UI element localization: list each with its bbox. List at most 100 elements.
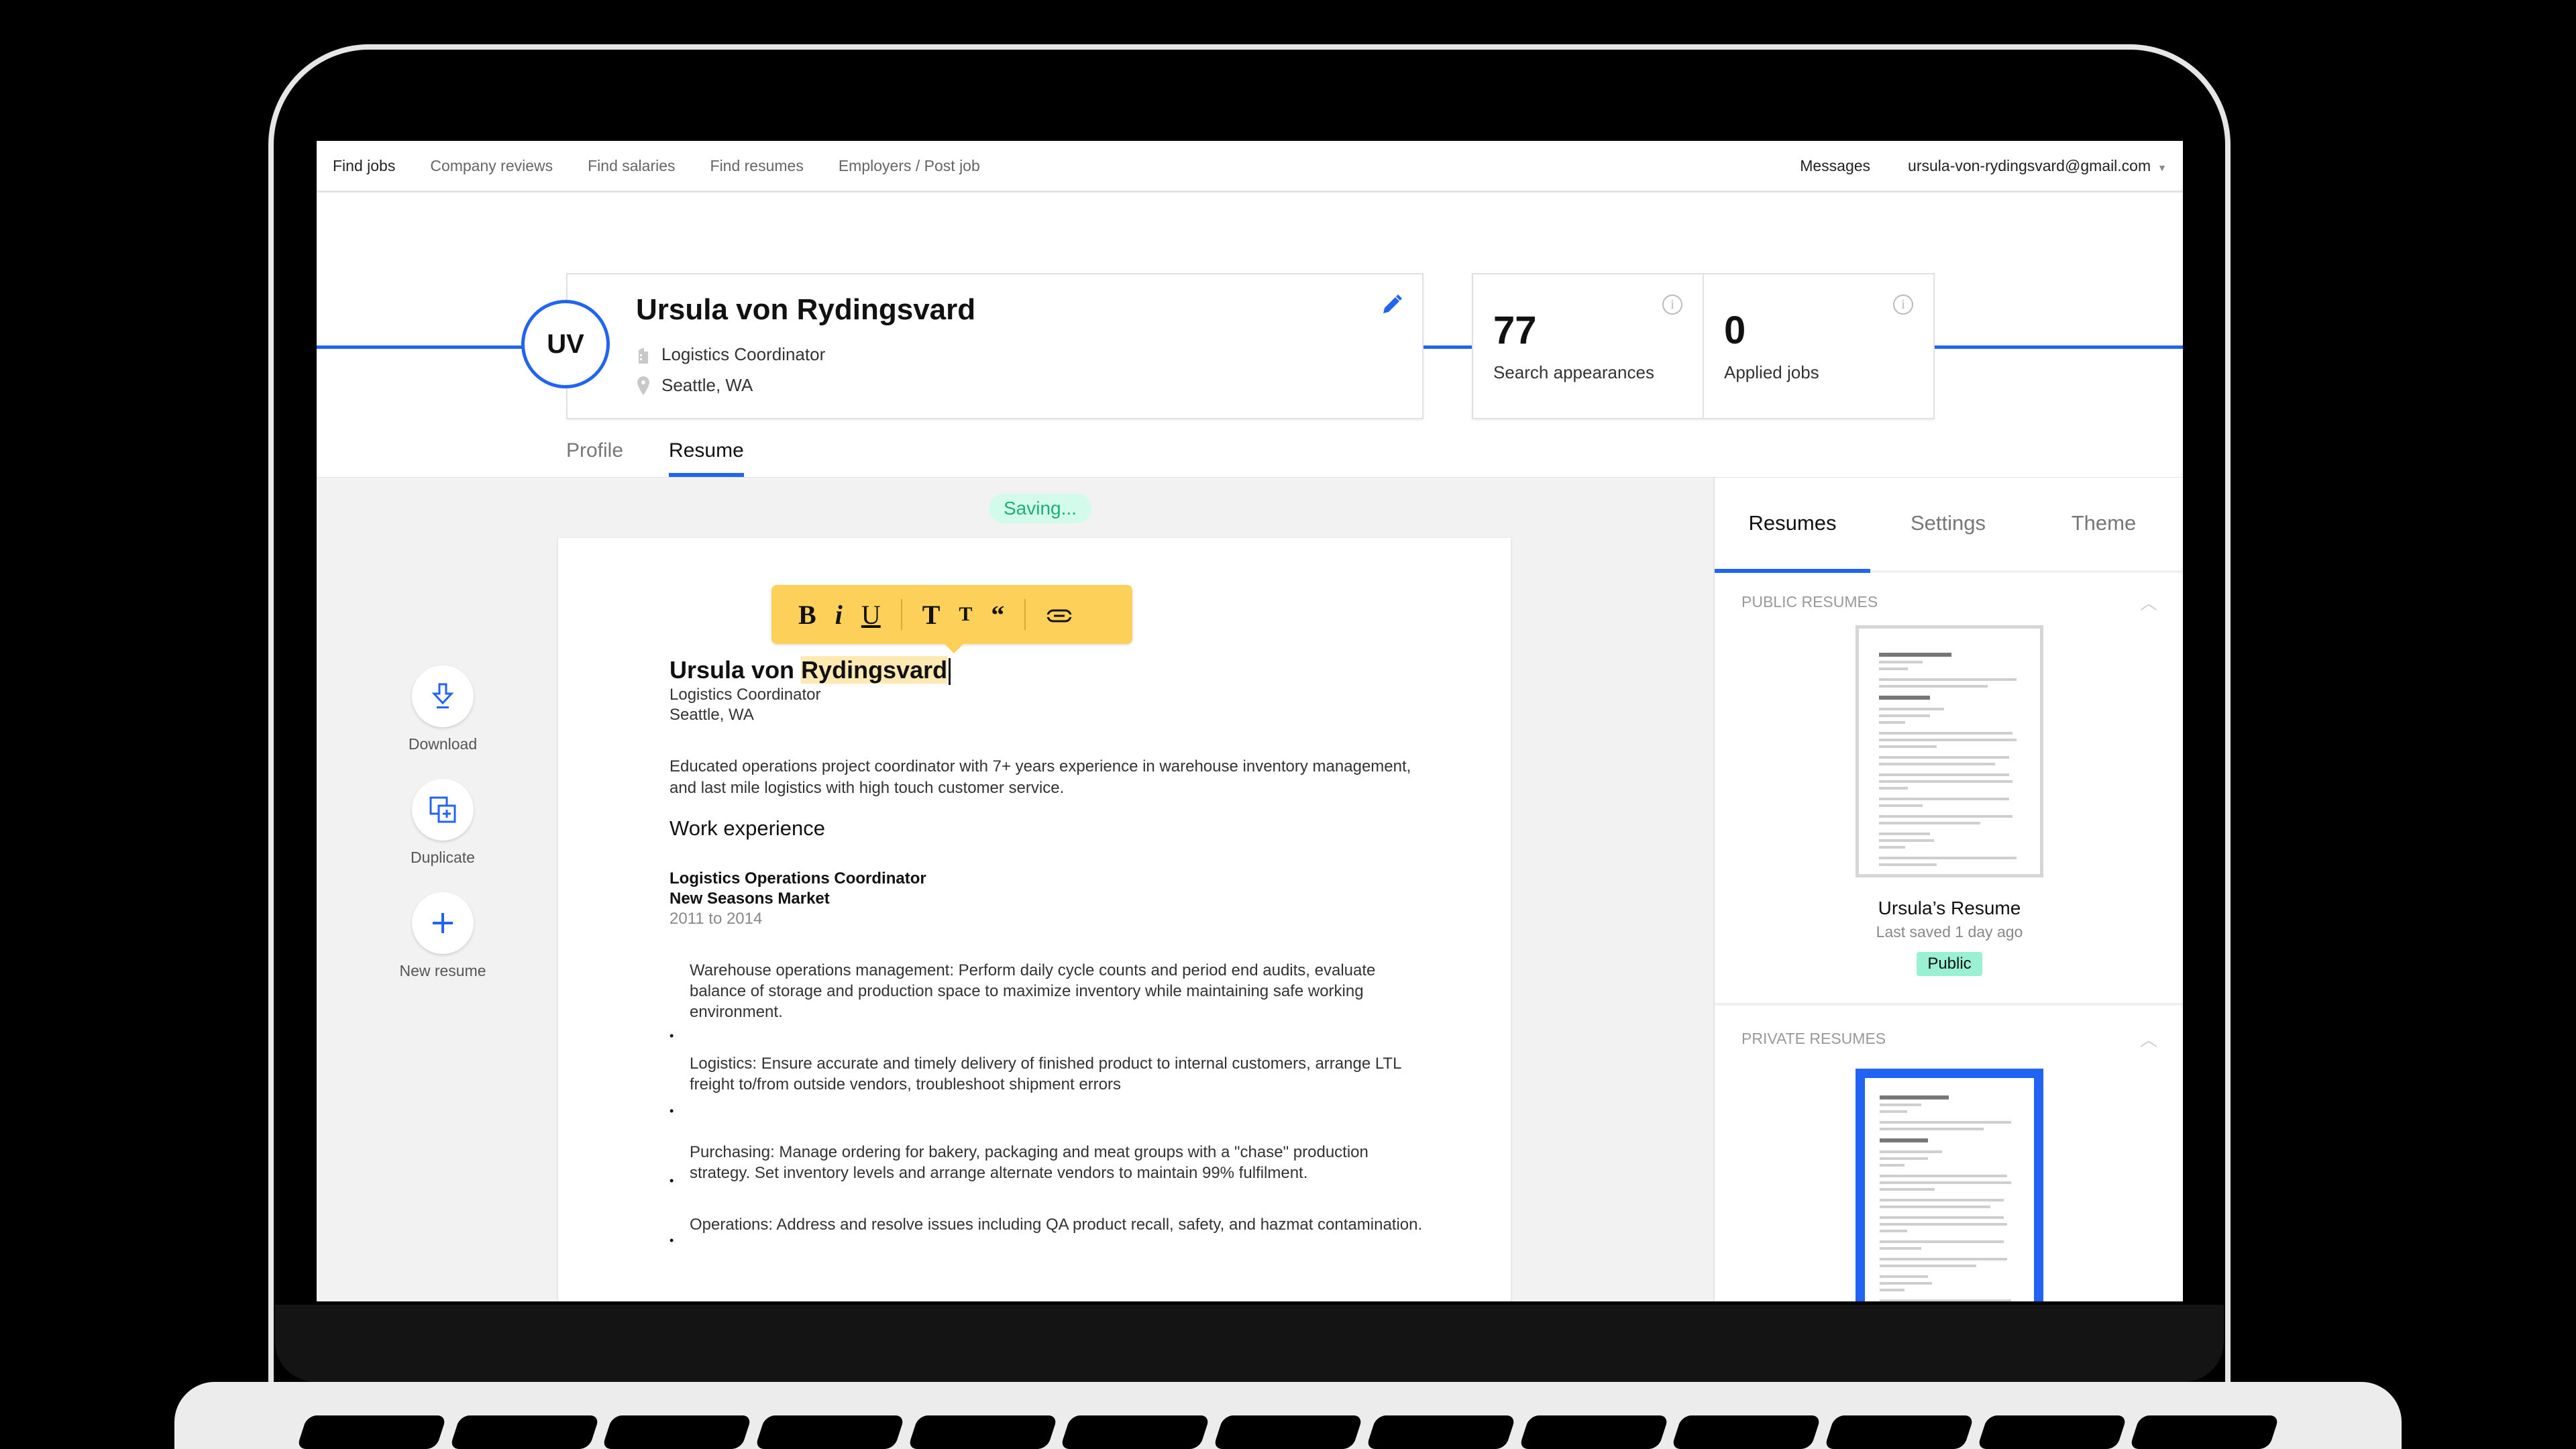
- public-resume-title[interactable]: Ursula’s Resume: [1715, 898, 2183, 919]
- nav-find-jobs[interactable]: Find jobs: [333, 157, 395, 175]
- thumbnail-text-line: [1880, 1188, 1935, 1191]
- thumbnail-preview: [1879, 653, 2024, 877]
- section-heading-work-experience[interactable]: Work experience: [669, 816, 1428, 841]
- nav-find-resumes[interactable]: Find resumes: [710, 157, 804, 175]
- resume-summary[interactable]: Educated operations project coordinator …: [669, 756, 1428, 799]
- key: [2129, 1415, 2280, 1449]
- heading-large-button[interactable]: T: [922, 599, 941, 631]
- thumbnail-text-line: [1880, 1223, 2007, 1226]
- info-icon[interactable]: i: [1893, 294, 1913, 315]
- nav-right: Messages ursula-von-rydingsvard@gmail.co…: [1800, 157, 2167, 175]
- key: [1060, 1415, 1211, 1449]
- underline-button[interactable]: U: [861, 599, 881, 631]
- tab-profile[interactable]: Profile: [566, 414, 623, 477]
- accent-line-left: [317, 345, 525, 349]
- thumbnail-text-line: [1880, 1199, 2004, 1201]
- saving-status-badge: Saving...: [989, 494, 1091, 523]
- nav-employers-post-job[interactable]: Employers / Post job: [839, 157, 980, 175]
- duplicate-button[interactable]: Duplicate: [411, 779, 475, 867]
- new-resume-button[interactable]: New resume: [399, 892, 486, 980]
- private-resume-thumbnail-selected[interactable]: [1856, 1069, 2043, 1301]
- thumbnail-text-line: [1880, 1247, 1921, 1250]
- format-toolbar: B i U T T “: [771, 585, 1132, 653]
- section-divider: [1715, 1003, 2183, 1006]
- resume-name[interactable]: Ursula von Rydingsvard: [669, 656, 1428, 686]
- profile-card: Ursula von Rydingsvard Logistics Coordin…: [566, 273, 1424, 419]
- thumbnail-text-line: [1880, 1104, 1921, 1106]
- bold-button[interactable]: B: [798, 599, 816, 631]
- tab-settings[interactable]: Settings: [1870, 478, 2026, 570]
- profile-title-row: Logistics Coordinator: [636, 344, 825, 365]
- laptop-keyboard: [296, 1415, 2280, 1449]
- chevron-up-icon[interactable]: ︿: [2140, 590, 2157, 614]
- bullet-dot: •: [669, 1234, 674, 1248]
- bullet-dot: •: [669, 1029, 674, 1043]
- account-email: ursula-von-rydingsvard@gmail.com: [1908, 156, 2151, 174]
- thumbnail-text-line: [1880, 1175, 2007, 1177]
- job-bullet[interactable]: Warehouse operations management: Perform…: [669, 960, 1428, 1042]
- link-button[interactable]: [1046, 599, 1073, 631]
- building-icon: [636, 346, 651, 364]
- key: [1671, 1415, 1821, 1449]
- nav-company-reviews[interactable]: Company reviews: [430, 157, 553, 175]
- resume-document[interactable]: B i U T T “ Ursula von Rydingsvard Logis…: [558, 538, 1511, 1301]
- chevron-up-icon[interactable]: ︿: [2140, 1026, 2157, 1051]
- thumbnail-text-line: [1879, 745, 1937, 748]
- account-menu[interactable]: ursula-von-rydingsvard@gmail.com ▼: [1908, 157, 2167, 175]
- job-bullet[interactable]: Purchasing: Manage ordering for bakery, …: [669, 1142, 1428, 1187]
- avatar: UV: [521, 300, 610, 388]
- nav-messages[interactable]: Messages: [1800, 157, 1870, 175]
- thumbnail-text-line: [1879, 822, 1981, 824]
- edit-pencil-icon[interactable]: [1379, 293, 1403, 317]
- thumbnail-text-line: [1880, 1265, 1977, 1267]
- thumbnail-text-line: [1879, 714, 1930, 717]
- stat-label: Applied jobs: [1724, 362, 1819, 382]
- tab-resume[interactable]: Resume: [669, 414, 744, 477]
- plus-icon: [433, 913, 453, 933]
- resume-content: Ursula von Rydingsvard Logistics Coordin…: [669, 656, 1428, 1247]
- public-status-badge: Public: [1917, 952, 1982, 976]
- job-company[interactable]: New Seasons Market: [669, 889, 1428, 909]
- bullet-text: Purchasing: Manage ordering for bakery, …: [690, 1143, 1368, 1183]
- link-icon: [1046, 609, 1073, 622]
- profile-header: Ursula von Rydingsvard Logistics Coordin…: [317, 193, 2183, 480]
- public-resumes-heading: PUBLIC RESUMES: [1741, 592, 1878, 610]
- tab-theme[interactable]: Theme: [2026, 478, 2182, 570]
- laptop-bezel-bottom: [275, 1305, 2224, 1382]
- nav-find-salaries[interactable]: Find salaries: [588, 157, 675, 175]
- stat-value: 77: [1493, 309, 1537, 352]
- quote-button[interactable]: “: [991, 599, 1004, 631]
- key: [1365, 1415, 1516, 1449]
- public-resume-last-saved: Last saved 1 day ago: [1876, 923, 2023, 941]
- tab-resumes[interactable]: Resumes: [1715, 478, 1870, 573]
- public-resume-thumbnail[interactable]: [1856, 625, 2043, 877]
- job-title[interactable]: Logistics Operations Coordinator: [669, 869, 1428, 889]
- duplicate-label: Duplicate: [411, 849, 475, 866]
- job-bullet[interactable]: Logistics: Ensure accurate and timely de…: [669, 1053, 1428, 1118]
- resume-title[interactable]: Logistics Coordinator: [669, 685, 1428, 705]
- download-button[interactable]: Download: [409, 665, 477, 753]
- resumes-side-panel: Resumes Settings Theme PUBLIC RESUMES ︿: [1713, 478, 2183, 1301]
- download-label: Download: [408, 735, 478, 753]
- profile-location: Seattle, WA: [661, 375, 753, 395]
- heading-small-button[interactable]: T: [959, 603, 972, 626]
- private-resumes-header[interactable]: PRIVATE RESUMES ︿: [1715, 1015, 2183, 1062]
- thumbnail-text-line: [1879, 756, 2010, 759]
- selected-text: Rydingsvard: [801, 656, 948, 684]
- job-bullet[interactable]: Operations: Address and resolve issues i…: [669, 1214, 1428, 1247]
- info-icon[interactable]: i: [1662, 294, 1682, 315]
- bullet-dot: •: [669, 1104, 674, 1118]
- thumbnail-text-line: [1879, 721, 1905, 724]
- thumbnail-text-line: [1879, 708, 1945, 710]
- profile-title: Logistics Coordinator: [661, 344, 826, 364]
- resume-location[interactable]: Seattle, WA: [669, 705, 1428, 725]
- public-resumes-header[interactable]: PUBLIC RESUMES ︿: [1715, 578, 2183, 625]
- thumbnail-text-line: [1879, 661, 1923, 663]
- thumbnail-text-line: [1879, 874, 2009, 877]
- accent-line-right: [1935, 345, 2183, 349]
- job-dates[interactable]: 2011 to 2014: [669, 909, 1428, 929]
- italic-button[interactable]: i: [835, 599, 843, 631]
- side-panel-tabs: Resumes Settings Theme: [1715, 478, 2183, 573]
- thumbnail-text-line: [1879, 833, 1930, 835]
- thumbnail-text-line: [1879, 863, 1937, 866]
